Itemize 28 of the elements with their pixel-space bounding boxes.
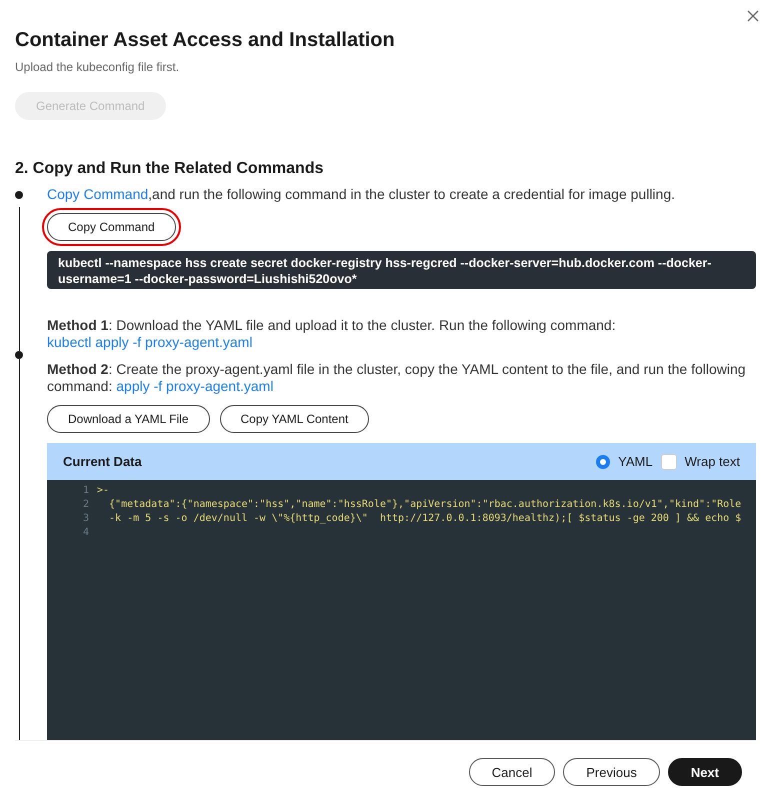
line-number: 3 (82, 512, 90, 526)
line-number: 2 (82, 498, 90, 512)
footer-button[interactable]: Previous (563, 758, 660, 786)
download-yaml-button[interactable]: Download a YAML File (47, 405, 210, 433)
dialog-subtitle: Upload the kubeconfig file first. (15, 60, 180, 74)
method-description: Method 2: Create the proxy-agent.yaml file in the cluster, copy the YAML content to the file, and run the following command: apply -f proxy-agent.yaml (47, 361, 747, 395)
yaml-radio[interactable]: YAML (596, 454, 653, 469)
wrap-text-checkbox[interactable]: Wrap text (660, 454, 740, 470)
copy-command-link[interactable]: Copy Command (47, 186, 148, 202)
footer-button[interactable]: Cancel (468, 758, 556, 786)
line-number: 4 (82, 526, 90, 540)
close-button[interactable] (745, 8, 761, 24)
next-button[interactable]: Next (668, 758, 742, 786)
dialog-title: Container Asset Access and Installation (15, 28, 396, 52)
command-link[interactable]: apply -f proxy-agent.yaml (116, 378, 274, 394)
step-description: Copy Command,and run the following command in the cluster to create a credential for image pulling. (47, 186, 676, 203)
code-line: -k -m 5 -s -o /dev/null -w \"%{http_code}\" http://127.0.0.1:8093/healthz);[ $status -ge 200 ] && echo $ (108, 512, 742, 526)
section-title: 2. Copy and Run the Related Commands (15, 160, 324, 178)
method-description: Method 1: Download the YAML file and upload it to the cluster. Run the following command: kubectl apply -f proxy-agent.yaml (47, 317, 617, 351)
line-number: 1 (82, 484, 90, 498)
copy-yaml-button[interactable]: Copy YAML Content (220, 405, 370, 433)
close-icon (747, 10, 759, 22)
code-line: {"metadata":{"namespace":"hss","name":"hssRole"},"apiVersion":"rbac.authorization.k8s.io/v1","kind":"Role (108, 498, 742, 512)
code-line: >- (97, 484, 110, 498)
command-link[interactable]: kubectl apply -f proxy-agent.yaml (47, 334, 252, 350)
editor-title: Current Data (63, 454, 142, 469)
step-dot (15, 191, 23, 199)
command-box: kubectl --namespace hss create secret docker-registry hss-regcred --docker-server=hub.docker.com --docker-username=1 --docker-password=Liushishi520ovo* (47, 251, 756, 289)
